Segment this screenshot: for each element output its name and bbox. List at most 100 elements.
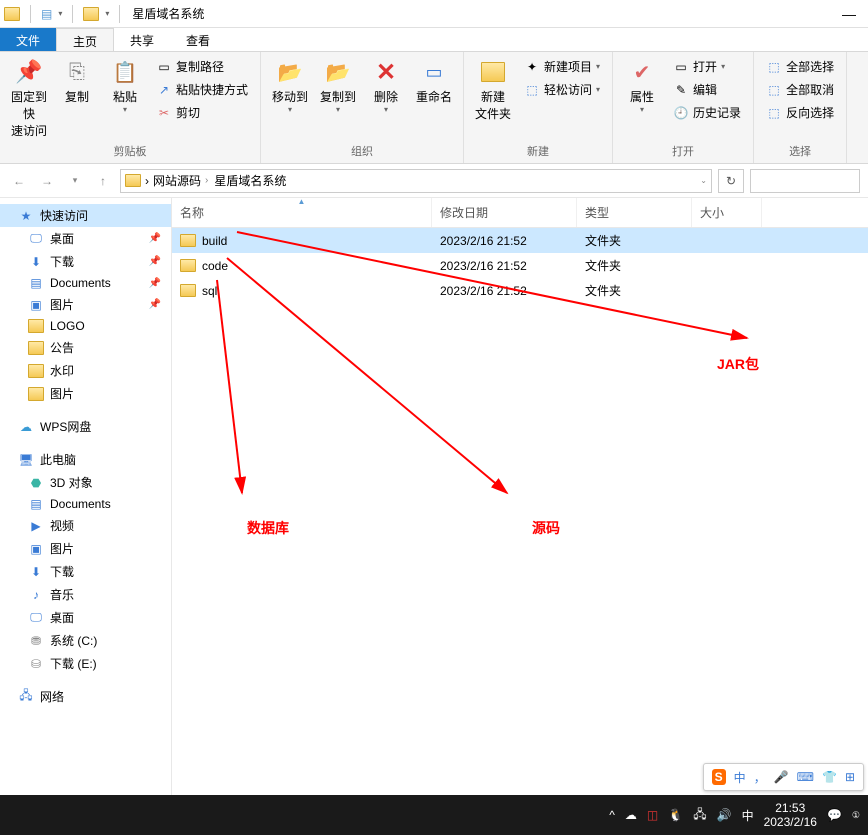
sidebar-gonggao[interactable]: 公告 [0,336,171,359]
sidebar-wps[interactable]: ☁WPS网盘 [0,415,171,438]
file-row-sql[interactable]: sql 2023/2/16 21:52 文件夹 [172,278,868,303]
sidebar-music[interactable]: ♪音乐 [0,583,171,606]
forward-button[interactable]: → [36,170,58,192]
pin-icon: 📌 [149,256,161,267]
qat-dropdown[interactable]: ▾ [58,9,62,18]
sidebar-3dobjects[interactable]: ⬣3D 对象 [0,471,171,494]
sidebar-quick-access[interactable]: ★快速访问 [0,204,171,227]
new-item-button[interactable]: ✦新建项目 ▾ [520,56,604,77]
address-box[interactable]: › 网站源码› 星盾域名系统 ⌄ [120,169,712,193]
tray-security-icon[interactable]: ◫ [647,808,658,822]
sidebar-pictures[interactable]: ▣图片📌 [0,293,171,316]
copyto-button[interactable]: 📂复制到▾ [317,56,359,116]
chevron-icon[interactable]: › [145,174,149,188]
rename-button[interactable]: ▭重命名 [413,56,455,107]
properties-button[interactable]: ✔属性▾ [621,56,663,116]
tray-notifications-icon[interactable]: 💬 [827,808,842,822]
col-type[interactable]: 类型 [577,198,692,227]
tray-up-icon[interactable]: ^ [609,808,615,822]
sidebar-documents[interactable]: ▤Documents📌 [0,273,171,293]
tray-ime[interactable]: 中 [742,807,754,824]
folder-icon [28,341,44,355]
sidebar-downloads[interactable]: ⬇下载📌 [0,250,171,273]
delete-button[interactable]: ✕删除▾ [365,56,407,116]
col-size[interactable]: 大小 [692,198,762,227]
group-clipboard: 📌 固定到快 速访问 ⎘ 复制 📋 粘贴 ▾ ▭复制路径 ↗粘贴快捷方式 ✂剪切… [0,52,261,163]
cut-button[interactable]: ✂剪切 [152,102,252,123]
sidebar-thispc[interactable]: 🖥此电脑 [0,448,171,471]
pin-icon: 📌 [149,299,161,310]
sidebar-network[interactable]: 🖧网络 [0,685,171,708]
tab-share[interactable]: 共享 [114,28,170,51]
minimize-button[interactable]: — [834,6,864,22]
tray-onedrive-icon[interactable]: ☁ [625,808,637,822]
sidebar-dle[interactable]: ⛁下载 (E:) [0,652,171,675]
sidebar-desktop[interactable]: 🖵桌面📌 [0,227,171,250]
easy-access-button[interactable]: ⬚轻松访问 ▾ [520,79,604,100]
qat-doc-icon[interactable]: ▤ [41,7,52,21]
select-all-button[interactable]: ⬚全部选择 [762,56,838,77]
shortcut-icon: ↗ [156,82,172,98]
tray-qq-icon[interactable]: 🐧 [668,808,683,822]
sidebar-documents2[interactable]: ▤Documents [0,494,171,514]
rename-icon: ▭ [420,58,448,86]
selectnone-icon: ⬚ [766,82,782,98]
copy-button[interactable]: ⎘ 复制 [56,56,98,107]
documents-icon: ▤ [28,276,44,290]
col-date[interactable]: 修改日期 [432,198,577,227]
paste-button[interactable]: 📋 粘贴 ▾ [104,56,146,116]
ime-mic-icon[interactable]: 🎤 [774,770,789,784]
new-folder-button[interactable]: 新建 文件夹 [472,56,514,124]
ime-zhong[interactable]: 中 [734,769,746,786]
up-button[interactable]: ↑ [92,170,114,192]
taskbar-clock[interactable]: 21:53 2023/2/16 [764,801,817,830]
folder-icon [180,259,196,272]
sidebar-pictures3[interactable]: ▣图片 [0,537,171,560]
select-none-button[interactable]: ⬚全部取消 [762,79,838,100]
sidebar-sysc[interactable]: ⛃系统 (C:) [0,629,171,652]
file-row-build[interactable]: build 2023/2/16 21:52 文件夹 [172,228,868,253]
ribbon-tabs: 文件 主页 共享 查看 [0,28,868,52]
crumb-root[interactable]: 网站源码› [153,172,210,189]
obj3d-icon: ⬣ [28,476,44,490]
ime-bar[interactable]: S 中 ， 🎤 ⌨ 👕 ⊞ [703,763,864,791]
pictures-icon: ▣ [28,542,44,556]
sidebar-videos[interactable]: ▶视频 [0,514,171,537]
sidebar-desktop2[interactable]: 🖵桌面 [0,606,171,629]
ime-keyboard-icon[interactable]: ⌨ [797,770,814,784]
moveto-button[interactable]: 📂移动到▾ [269,56,311,116]
sidebar-shuiyin[interactable]: 水印 [0,359,171,382]
paste-shortcut-button[interactable]: ↗粘贴快捷方式 [152,79,252,100]
copy-path-button[interactable]: ▭复制路径 [152,56,252,77]
back-button[interactable]: ← [8,170,30,192]
qat-chev[interactable]: ▾ [105,9,109,18]
sogou-icon[interactable]: S [712,769,726,785]
edit-button[interactable]: ✎编辑 [669,79,745,100]
sidebar-downloads2[interactable]: ⬇下载 [0,560,171,583]
open-button[interactable]: ▭打开 ▾ [669,56,745,77]
sidebar-pictures2[interactable]: 图片 [0,382,171,405]
search-input[interactable] [750,169,860,193]
col-name[interactable]: 名称▲ [172,198,432,227]
ime-skin-icon[interactable]: 👕 [822,770,837,784]
pin-quick-access-button[interactable]: 📌 固定到快 速访问 [8,56,50,141]
refresh-button[interactable]: ↻ [718,169,744,193]
address-dropdown[interactable]: ⌄ [700,176,707,185]
ime-punct[interactable]: ， [754,769,766,786]
tray-network-icon[interactable]: 🖧 [693,805,706,826]
crumb-current[interactable]: 星盾域名系统 [214,172,286,189]
invert-selection-button[interactable]: ⬚反向选择 [762,102,838,123]
tab-file[interactable]: 文件 [0,28,56,51]
history-button[interactable]: 🕘历史记录 [669,102,745,123]
tray-badge: ① [852,810,860,821]
tab-home[interactable]: 主页 [56,28,114,51]
file-row-code[interactable]: code 2023/2/16 21:52 文件夹 [172,253,868,278]
folder-icon [180,284,196,297]
recent-button[interactable]: ▾ [64,170,86,192]
group-organize: 📂移动到▾ 📂复制到▾ ✕删除▾ ▭重命名 组织 [261,52,464,163]
sidebar-logo[interactable]: LOGO [0,316,171,336]
tab-view[interactable]: 查看 [170,28,226,51]
folder-icon [28,319,44,333]
ime-toolbox-icon[interactable]: ⊞ [845,770,855,784]
tray-volume-icon[interactable]: 🔊 [717,808,732,822]
